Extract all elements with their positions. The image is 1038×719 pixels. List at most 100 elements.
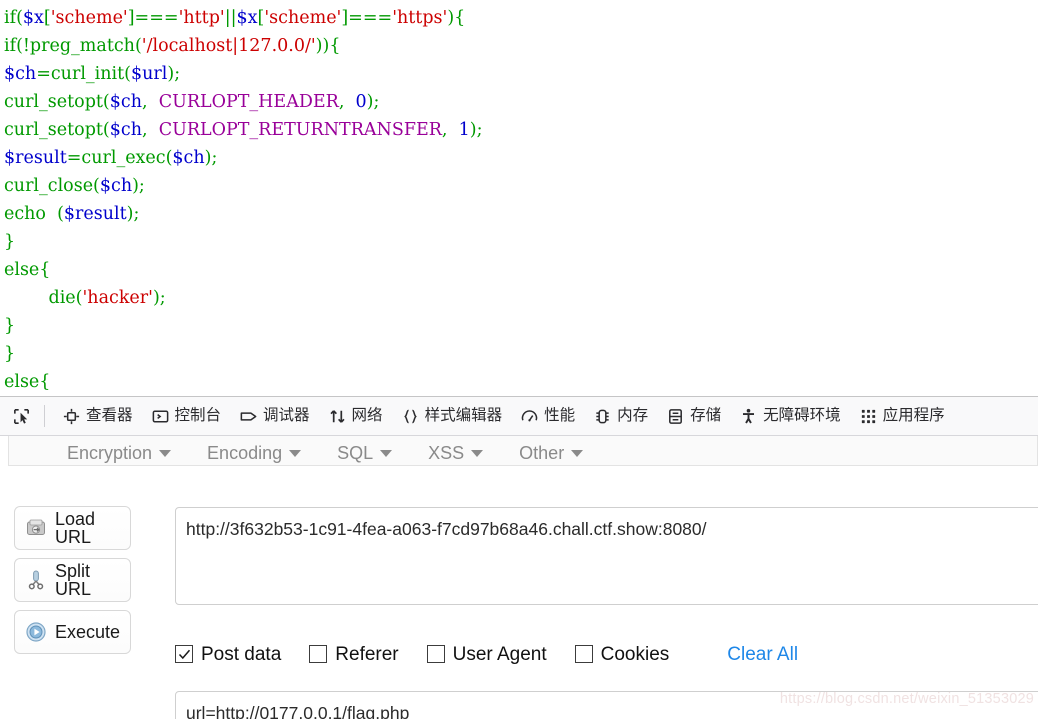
code-token: ); [366,92,380,112]
execute-label: Execute [55,622,121,642]
code-token: curl_setopt( [4,120,110,140]
devtools-tab-console[interactable]: 控制台 [142,397,231,435]
code-line: $result=curl_exec($ch); [4,144,1038,172]
code-token: 'hacker' [82,288,153,308]
checkbox-label: Cookies [600,643,670,665]
checkbox-label: User Agent [452,643,547,665]
devtools-tab-performance[interactable]: 性能 [511,397,584,435]
code-line: } [4,312,1038,340]
code-token: $url [131,64,168,84]
hackbar-menu-other[interactable]: Other [519,443,584,463]
code-token: 'scheme' [264,8,342,28]
checkbox-box[interactable] [175,645,193,663]
code-token: ); [204,148,218,168]
code-token: $ch [172,148,205,168]
devtools-toolbar: 查看器 控制台 调试器 网络 样式编辑器 性能 内存 存储 无障碍环境 应用程序 [0,396,1038,436]
checkbox-box[interactable] [426,645,445,663]
hackbar-menu-encryption[interactable]: Encryption [67,443,172,463]
code-token: , [338,92,356,112]
hackbar-menu-sql[interactable]: SQL [337,443,393,463]
devtools-tab-label: 调试器 [263,406,310,425]
devtools-tab-label: 样式编辑器 [424,406,503,425]
checkbox-box[interactable] [574,645,593,663]
network-icon [328,407,347,426]
code-token: CURLOPT_HEADER [158,92,339,112]
execute-icon [25,621,47,643]
url-input[interactable]: http://3f632b53-1c91-4fea-a063-f7cd97b68… [175,507,1038,605]
checkbox-label: Referer [335,643,399,665]
devtools-tab-storage[interactable]: 存储 [657,397,730,435]
element-picker-icon[interactable] [6,401,36,431]
devtools-tab-debugger[interactable]: 调试器 [230,397,319,435]
code-token: ); [126,204,140,224]
code-token: [ [43,8,51,28]
clear-all-link[interactable]: Clear All [727,645,798,664]
watermark: https://blog.csdn.net/weixin_51353029 [779,691,1034,707]
code-token: ); [132,176,145,196]
checkbox-box[interactable] [309,645,328,663]
code-line: curl_setopt($ch, CURLOPT_HEADER, 0); [4,88,1038,116]
code-token: , [441,120,459,140]
code-line: else{ [4,256,1038,284]
code-token: $ch [109,120,142,140]
chevron-down-icon [571,449,584,457]
split-url-button[interactable]: Split URL [14,558,131,602]
code-token: if(!preg_match( [4,36,142,56]
devtools-tab-accessibility[interactable]: 无障碍环境 [730,397,850,435]
devtools-tab-label: 查看器 [86,406,133,425]
hackbar-menu-bar: Encryption Encoding SQL XSS Other [8,436,1038,466]
code-token: =curl_init( [36,64,131,84]
devtools-tab-label: 控制台 [174,406,222,425]
execute-button[interactable]: Execute [14,610,131,654]
devtools-tab-application[interactable]: 应用程序 [850,397,954,435]
load-url-icon [25,517,47,539]
console-icon [151,407,170,426]
page-source-code: if($x['scheme']==='http'||$x['scheme']==… [0,0,1038,396]
code-line: if($x['scheme']==='http'||$x['scheme']==… [4,4,1038,32]
code-token: } [4,344,16,364]
code-token: $ch [99,176,133,196]
hackbar-panel: Encryption Encoding SQL XSS Other Load URL [0,436,1038,719]
toolbar-divider [44,405,45,427]
code-token: 1 [458,120,470,140]
hackbar-menu-label: Other [519,443,565,463]
chevron-down-icon [380,449,393,457]
devtools-tab-label: 性能 [544,406,576,425]
devtools-tab-style-editor[interactable]: 样式编辑器 [392,397,512,435]
code-token: , [141,92,159,112]
devtools-tab-network[interactable]: 网络 [319,397,392,435]
code-token: '/localhost|127.0.0/' [141,36,316,56]
code-token: )){ [315,36,341,56]
hackbar-menu-label: SQL [337,443,374,463]
code-token: else{ [4,260,51,280]
devtools-tab-inspector[interactable]: 查看器 [53,397,142,435]
checkbox-referer[interactable]: Referer [309,643,399,665]
checkbox-user-agent[interactable]: User Agent [426,643,547,665]
checkbox-post-data[interactable]: Post data [175,645,281,664]
code-lines: if($x['scheme']==='http'||$x['scheme']==… [4,4,1038,396]
hackbar-menu-xss[interactable]: XSS [428,443,484,463]
application-icon [859,407,878,426]
code-token: ]=== [127,8,179,28]
code-line: echo ($result); [4,200,1038,228]
devtools-tab-memory[interactable]: 内存 [584,397,657,435]
code-token: } [4,232,16,252]
hackbar-menu-encoding[interactable]: Encoding [207,443,302,463]
chevron-down-icon [471,449,484,457]
checkbox-cookies[interactable]: Cookies [574,643,670,665]
code-token: 'https' [392,8,448,28]
memory-icon [593,407,612,426]
code-line: } [4,340,1038,368]
code-line: $ch=curl_init($url); [4,60,1038,88]
code-token: die( [4,288,83,308]
code-line: } [4,228,1038,256]
hackbar-action-buttons: Load URL Split URL Execute [14,506,160,662]
code-token: =curl_exec( [66,148,173,168]
code-line: die('hacker'); [4,284,1038,312]
code-token: $ch [109,92,142,112]
load-url-button[interactable]: Load URL [14,506,131,550]
code-token: ); [469,120,483,140]
storage-icon [666,407,685,426]
code-token: CURLOPT_RETURNTRANSFER [158,120,442,140]
code-token: ); [167,64,181,84]
